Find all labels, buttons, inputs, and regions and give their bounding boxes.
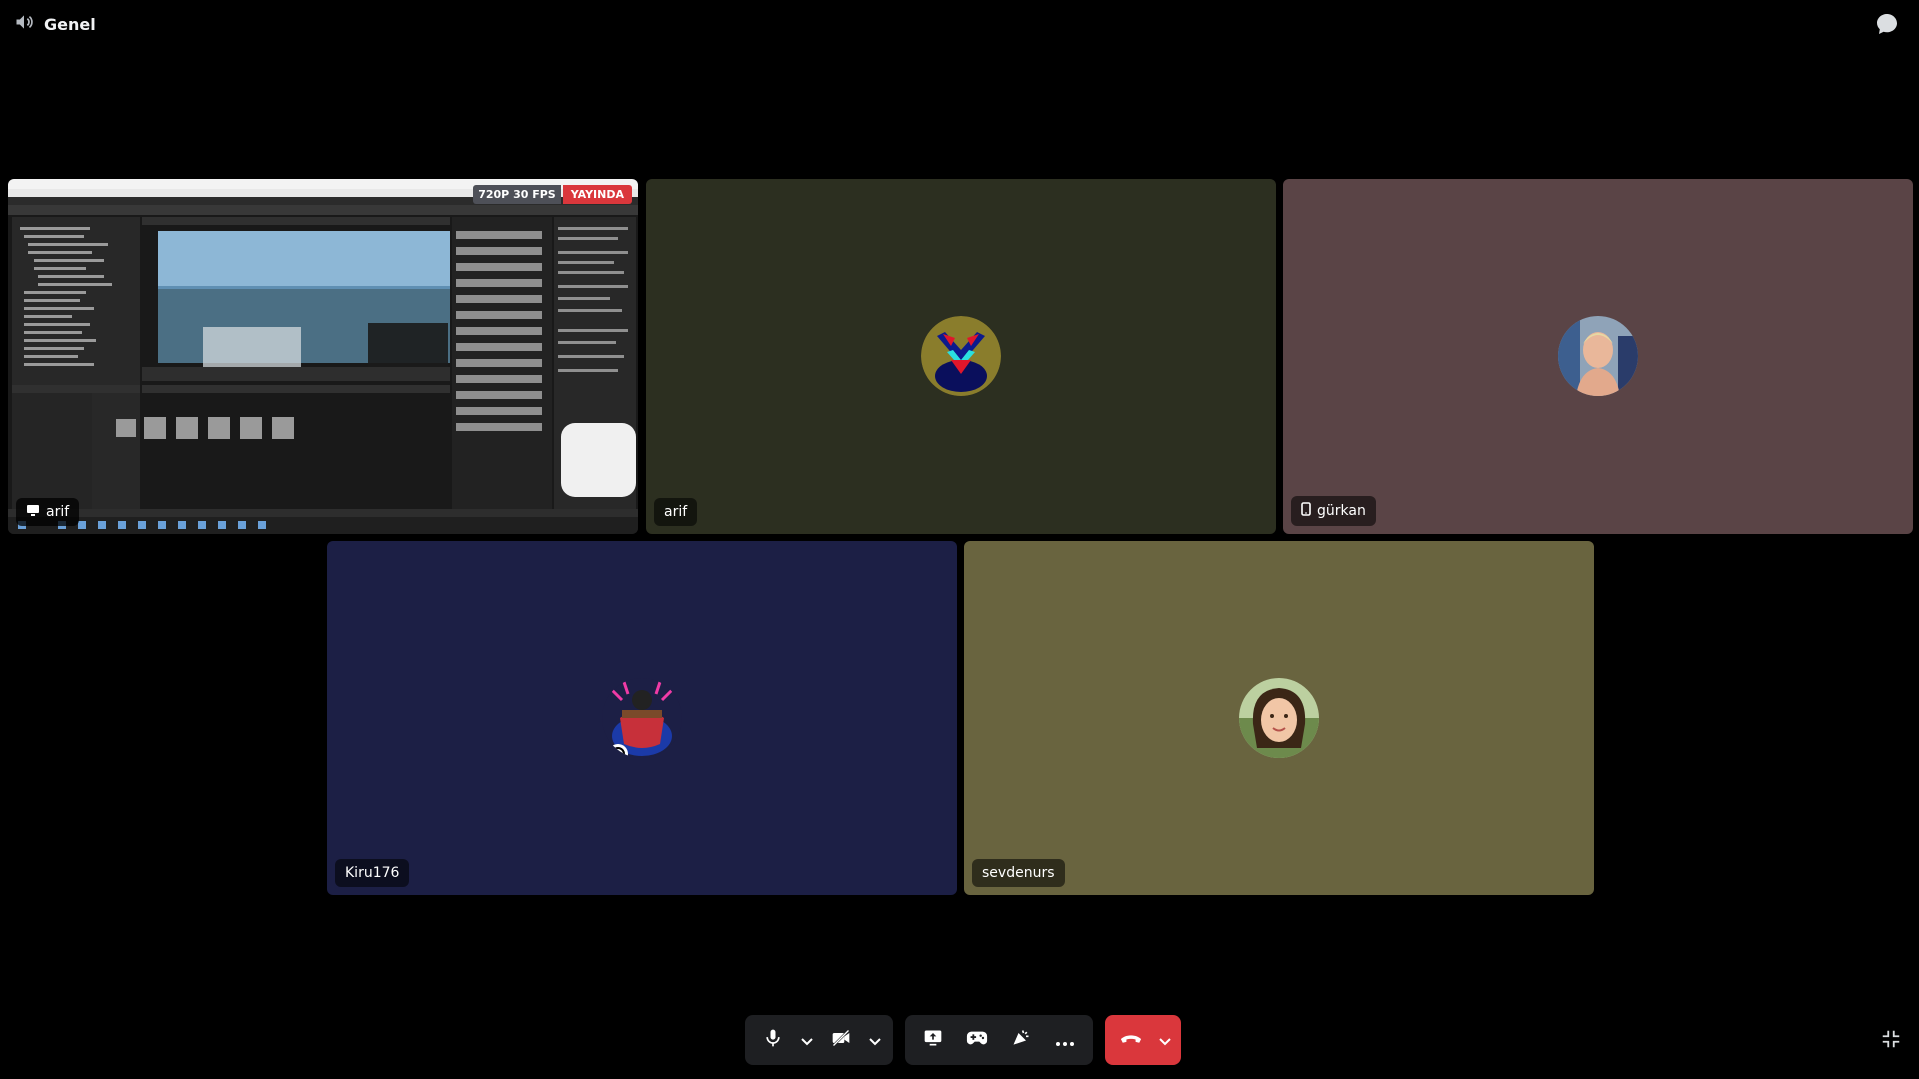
participant-name: gürkan [1317,503,1366,519]
nametag: arif [16,498,80,526]
disconnect-group [1105,1015,1181,1065]
participant-name: Kiru176 [345,865,400,881]
more-options-button[interactable] [1043,1018,1087,1062]
nametag: sevdenurs [972,859,1065,887]
channel-header[interactable]: Genel [14,12,96,36]
stream-badges: 720P 30 FPS YAYINDA [473,185,632,204]
screen-share-content [8,179,638,534]
disconnect-options-button[interactable] [1153,1018,1177,1062]
avatar [1239,678,1319,758]
screen-share-icon [922,1028,944,1052]
microphone-button[interactable] [751,1018,795,1062]
exit-fullscreen-button[interactable] [1880,1028,1904,1052]
nametag: Kiru176 [335,859,410,887]
participant-name: sevdenurs [982,865,1055,881]
participant-tile-sevdenurs[interactable]: sevdenurs [964,541,1594,895]
live-badge: YAYINDA [562,185,632,204]
screen-icon [26,504,40,520]
nametag: arif [654,498,698,526]
participant-tile-kiru176[interactable]: Kiru176 [327,541,957,895]
call-controls [745,1015,1181,1065]
nametag: gürkan [1291,496,1376,526]
gamepad-icon [966,1029,988,1051]
stream-quality-badge: 720P 30 FPS [473,185,561,204]
screen-share-tile[interactable]: 720P 30 FPS YAYINDA arif [8,179,638,534]
avatar [602,678,682,758]
exit-fullscreen-icon [1880,1030,1902,1054]
hang-up-icon [1120,1031,1142,1050]
participant-tile-gurkan[interactable]: gürkan [1283,179,1913,534]
chevron-down-icon [869,1031,881,1050]
screen-share-button[interactable] [911,1018,955,1062]
microphone-icon [763,1028,783,1052]
avatar [921,316,1001,396]
chevron-down-icon [801,1031,813,1050]
top-bar: Genel [0,0,1919,46]
participant-name: arif [664,504,688,520]
chevron-down-icon [1159,1031,1171,1050]
speaker-icon [14,12,34,36]
participant-tile-arif[interactable]: arif [646,179,1276,534]
avatar [1558,316,1638,396]
audio-video-group [745,1015,893,1065]
mobile-icon [1301,502,1311,520]
participant-name: arif [46,504,70,520]
camera-off-icon [830,1028,852,1052]
chat-icon[interactable] [1875,12,1903,36]
camera-options-button[interactable] [863,1018,887,1062]
microphone-options-button[interactable] [795,1018,819,1062]
more-icon [1056,1031,1074,1050]
activity-button[interactable] [955,1018,999,1062]
channel-name: Genel [44,14,96,34]
soundboard-button[interactable] [999,1018,1043,1062]
camera-button[interactable] [819,1018,863,1062]
disconnect-button[interactable] [1109,1018,1153,1062]
soundboard-icon [1010,1028,1032,1052]
activity-group [905,1015,1093,1065]
